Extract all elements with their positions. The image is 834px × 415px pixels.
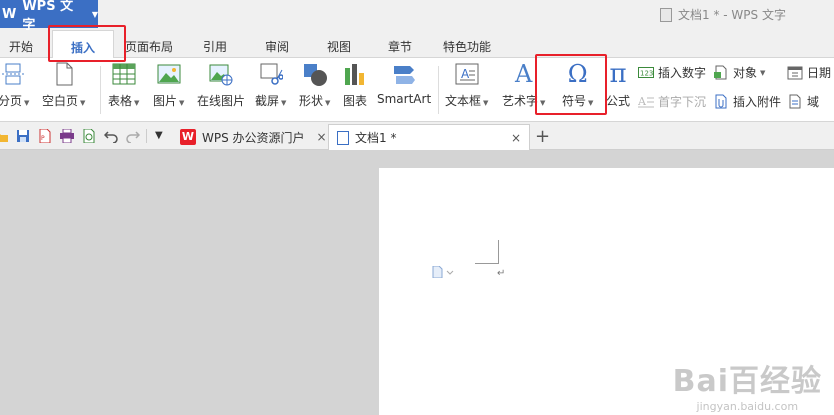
tab-special-features[interactable]: 特色功能 <box>443 38 491 55</box>
paragraph-mark-icon: ↵ <box>497 268 506 279</box>
chart-button[interactable]: 图表 <box>343 62 367 109</box>
picture-button[interactable]: 图片 ▼ <box>153 62 184 109</box>
page-margin-corner <box>475 240 499 264</box>
window-title: 文档1 * - WPS 文字 <box>660 6 786 23</box>
attachment-icon <box>713 94 729 109</box>
field-icon <box>787 94 803 109</box>
svg-text:A: A <box>638 95 647 108</box>
doc-tab-wps-portal[interactable]: W WPS 办公资源门户 × <box>172 124 335 150</box>
tab-start[interactable]: 开始 <box>9 38 33 55</box>
document-icon <box>660 7 672 22</box>
document-page[interactable]: ↵ Bai百经验 jingyan.baidu.com <box>379 168 834 415</box>
quick-access-bar: P ▼ W WPS 办公资源门户 × 文档1 * × + <box>0 122 834 150</box>
close-icon[interactable]: × <box>317 130 327 144</box>
svg-text:A: A <box>461 67 470 81</box>
tab-review[interactable]: 审阅 <box>265 38 289 55</box>
picture-icon <box>157 62 181 86</box>
drop-cap-icon: A <box>637 94 654 109</box>
new-tab-plus-icon[interactable]: + <box>535 126 550 147</box>
export-pdf-icon[interactable]: P <box>38 128 52 144</box>
paragraph-options-icon[interactable] <box>432 265 454 279</box>
print-icon[interactable] <box>60 128 74 144</box>
toolbar-separator <box>146 129 147 143</box>
blank-page-icon <box>52 62 76 86</box>
redo-icon[interactable] <box>126 129 141 144</box>
drop-cap-button: A 首字下沉 <box>637 94 707 109</box>
window-title-text: 文档1 * - WPS 文字 <box>678 8 786 22</box>
doc-tab-document1[interactable]: 文档1 * × <box>328 124 530 150</box>
smartart-button[interactable]: SmartArt <box>377 62 431 106</box>
blank-page-button[interactable]: 空白页 ▼ <box>42 62 85 109</box>
ribbon-insert: 分页 ▼ 空白页 ▼ 表格 ▼ 图片 ▼ 在线图片 截屏 ▼ 形状 ▼ 图表 S… <box>0 58 834 122</box>
tab-page-layout[interactable]: 页面布局 <box>125 38 173 55</box>
shapes-icon <box>303 62 327 86</box>
date-button[interactable]: 日期 <box>787 64 831 81</box>
open-folder-icon[interactable] <box>0 129 8 143</box>
object-icon <box>713 65 729 80</box>
online-picture-button[interactable]: 在线图片 <box>197 62 245 109</box>
document-canvas[interactable]: ↵ Bai百经验 jingyan.baidu.com <box>0 150 834 415</box>
close-icon[interactable]: × <box>511 131 521 145</box>
print-preview-icon[interactable] <box>82 128 96 144</box>
tab-chapter[interactable]: 章节 <box>388 38 412 55</box>
scissors-icon <box>259 62 284 86</box>
highlight-insert-tab <box>48 25 126 62</box>
dropdown-arrow-icon[interactable]: ▼ <box>155 130 169 144</box>
tab-references[interactable]: 引用 <box>203 38 227 55</box>
ribbon-separator <box>100 66 101 114</box>
document-icon <box>337 130 349 145</box>
save-icon[interactable] <box>16 129 30 143</box>
textbox-icon: A <box>455 62 479 86</box>
page-break-button[interactable]: 分页 ▼ <box>0 62 29 109</box>
table-icon <box>112 62 136 86</box>
insert-number-button[interactable]: 123 插入数字 <box>638 64 706 81</box>
wps-logo-icon: W <box>180 129 196 145</box>
ribbon-separator <box>438 66 439 114</box>
baidu-watermark: Bai百经验 jingyan.baidu.com <box>672 364 822 413</box>
highlight-symbol-button <box>535 54 607 115</box>
page-break-icon <box>1 62 26 86</box>
wordart-icon: A <box>515 60 533 88</box>
svg-text:123: 123 <box>640 70 653 78</box>
undo-icon[interactable] <box>103 129 118 144</box>
calendar-icon <box>787 65 803 80</box>
pi-icon: π <box>609 59 627 89</box>
online-picture-icon <box>209 62 233 86</box>
wps-logo-icon: W <box>2 6 17 22</box>
tab-view[interactable]: 视图 <box>327 38 351 55</box>
insert-attachment-button[interactable]: 插入附件 <box>713 93 781 110</box>
smartart-icon <box>392 62 416 86</box>
bar-chart-icon <box>343 62 367 86</box>
svg-text:P: P <box>41 135 45 142</box>
screenshot-button[interactable]: 截屏 ▼ <box>255 62 286 109</box>
textbox-button[interactable]: A 文本框 ▼ <box>445 62 488 109</box>
shape-button[interactable]: 形状 ▼ <box>299 62 330 109</box>
formula-button[interactable]: π 公式 <box>606 59 630 109</box>
field-button[interactable]: 域 <box>787 93 819 110</box>
app-menu-button[interactable]: W WPS 文字 ▼ <box>0 0 98 33</box>
table-button[interactable]: 表格 ▼ <box>108 62 139 109</box>
number-icon: 123 <box>638 65 654 80</box>
object-button[interactable]: 对象 ▼ <box>713 64 765 81</box>
chevron-down-icon: ▼ <box>91 9 98 19</box>
